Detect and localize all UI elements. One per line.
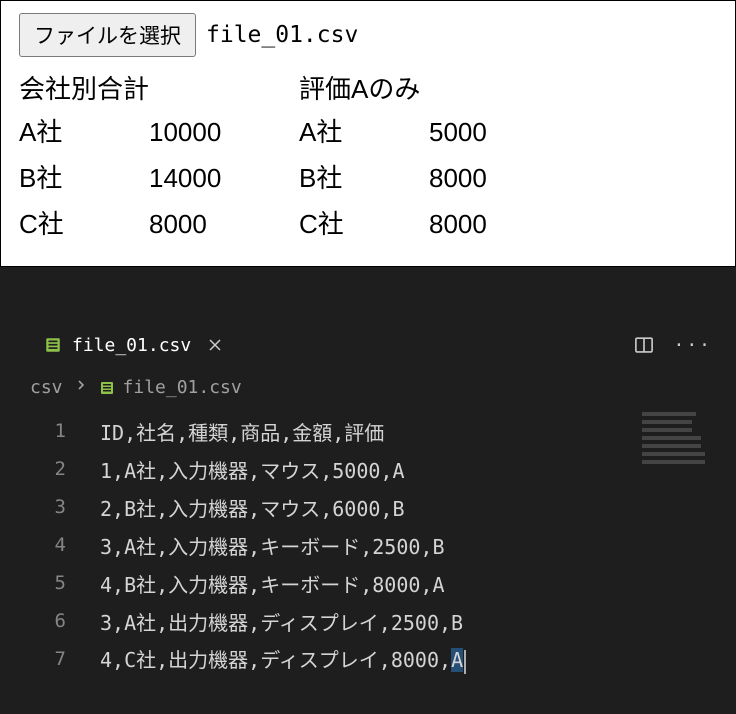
line-number: 7 [0,648,100,670]
code-line[interactable]: 74,C社,出力機器,ディスプレイ,8000,A [0,640,736,678]
company-cell: A社 [19,112,149,149]
breadcrumb-file[interactable]: file_01.csv [99,377,242,398]
value-cell: 14000 [149,163,221,194]
company-cell: C社 [299,204,429,241]
line-number: 2 [0,458,100,480]
browser-output-pane: ファイルを選択 file_01.csv 会社別合計 A社 10000 B社 14… [0,0,736,267]
table-row: C社 8000 [299,204,579,250]
company-cell: B社 [19,158,149,195]
close-tab-button[interactable] [205,335,225,355]
table-row: C社 8000 [19,204,299,250]
table2-title: 評価Aのみ [299,69,579,106]
line-number: 5 [0,572,100,594]
breadcrumb-folder[interactable]: csv [30,377,63,398]
line-number: 1 [0,420,100,442]
code-content: 1,A社,入力機器,マウス,5000,A [100,455,405,484]
tab-actions: ··· [633,334,736,356]
value-cell: 10000 [149,117,221,148]
code-content: 2,B社,入力機器,マウス,6000,B [100,493,405,522]
code-content: 3,A社,出力機器,ディスプレイ,2500,B [100,607,463,636]
company-cell: B社 [299,158,429,195]
code-line[interactable]: 1ID,社名,種類,商品,金額,評価 [0,412,736,450]
value-cell: 8000 [429,163,487,194]
code-content: 4,B社,入力機器,キーボード,8000,A [100,569,445,598]
code-line[interactable]: 21,A社,入力機器,マウス,5000,A [0,450,736,488]
code-line[interactable]: 54,B社,入力機器,キーボード,8000,A [0,564,736,602]
breadcrumb-filename: file_01.csv [123,377,242,398]
vscode-editor-pane: file_01.csv ··· csv file_01.csv [0,267,736,678]
summary-tables: 会社別合計 A社 10000 B社 14000 C社 8000 評価Aのみ A社… [19,69,717,250]
table-company-total: 会社別合計 A社 10000 B社 14000 C社 8000 [19,69,299,250]
line-number: 4 [0,534,100,556]
code-content: ID,社名,種類,商品,金額,評価 [100,417,384,446]
value-cell: 8000 [429,209,487,240]
minimap[interactable] [642,412,732,592]
chevron-right-icon [73,377,89,398]
table1-title: 会社別合計 [19,69,299,106]
company-cell: A社 [299,112,429,149]
value-cell: 8000 [149,209,207,240]
csv-file-icon [44,336,62,354]
text-cursor [464,650,466,674]
editor-tab[interactable]: file_01.csv [30,323,239,367]
file-picker-row: ファイルを選択 file_01.csv [19,13,717,57]
company-cell: C社 [19,204,149,241]
value-cell: 5000 [429,117,487,148]
code-line[interactable]: 43,A社,入力機器,キーボード,2500,B [0,526,736,564]
selected-file-name: file_01.csv [206,22,358,48]
table-rating-a-only: 評価Aのみ A社 5000 B社 8000 C社 8000 [299,69,579,250]
line-number: 3 [0,496,100,518]
code-line[interactable]: 32,B社,入力機器,マウス,6000,B [0,488,736,526]
more-actions-button[interactable]: ··· [673,335,712,356]
code-content: 4,C社,出力機器,ディスプレイ,8000,A [100,644,466,674]
table-row: A社 5000 [299,112,579,158]
table-row: B社 14000 [19,158,299,204]
breadcrumb[interactable]: csv file_01.csv [0,367,736,412]
code-editor[interactable]: 1ID,社名,種類,商品,金額,評価 21,A社,入力機器,マウス,5000,A… [0,412,736,678]
split-editor-icon[interactable] [633,334,655,356]
editor-tab-bar: file_01.csv ··· [0,323,736,367]
code-content: 3,A社,入力機器,キーボード,2500,B [100,531,445,560]
line-number: 6 [0,610,100,632]
tab-filename: file_01.csv [72,335,191,356]
table-row: B社 8000 [299,158,579,204]
table-row: A社 10000 [19,112,299,158]
code-line[interactable]: 63,A社,出力機器,ディスプレイ,2500,B [0,602,736,640]
file-select-button[interactable]: ファイルを選択 [19,13,196,57]
